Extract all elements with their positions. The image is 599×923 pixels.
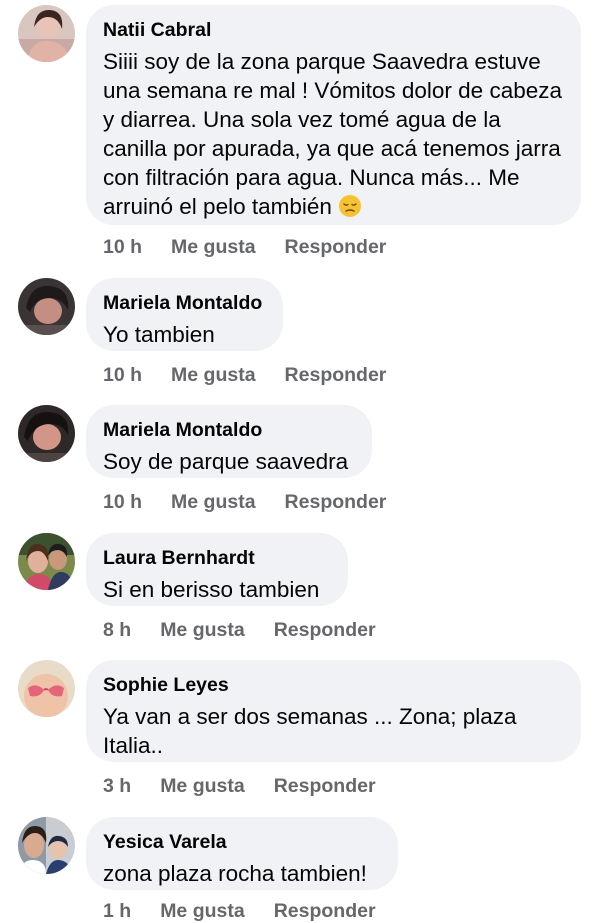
reply-button[interactable]: Responder [285, 364, 387, 387]
comment-text: Ya van a ser dos semanas ... Zona; plaza… [103, 704, 517, 758]
comment-actions: 8 h Me gusta Responder [103, 619, 376, 642]
avatar[interactable] [18, 405, 75, 462]
reply-button[interactable]: Responder [285, 491, 387, 514]
comment-text: Yo tambien [103, 322, 215, 347]
comment-actions: 3 h Me gusta Responder [103, 775, 376, 798]
comment-bubble: Sophie Leyes Ya van a ser dos semanas ..… [86, 660, 581, 762]
avatar[interactable] [18, 278, 75, 335]
like-button[interactable]: Me gusta [160, 775, 245, 798]
comment-timestamp[interactable]: 10 h [103, 491, 142, 514]
comment-author[interactable]: Yesica Varela [103, 830, 380, 854]
avatar[interactable] [18, 817, 75, 874]
comment-actions: 10 h Me gusta Responder [103, 491, 386, 514]
comment-actions: 10 h Me gusta Responder [103, 236, 386, 259]
comment-author[interactable]: Natii Cabral [103, 18, 563, 42]
like-button[interactable]: Me gusta [171, 364, 256, 387]
reply-button[interactable]: Responder [274, 775, 376, 798]
comment-text: Si en berisso tambien [103, 577, 320, 602]
like-button[interactable]: Me gusta [160, 619, 245, 642]
comment-timestamp[interactable]: 3 h [103, 775, 131, 798]
comment-actions: 10 h Me gusta Responder [103, 364, 386, 387]
reply-button[interactable]: Responder [285, 236, 387, 259]
reply-button[interactable]: Responder [274, 619, 376, 642]
comment-text: Soy de parque saavedra [103, 449, 349, 474]
comment-bubble: Natii Cabral Siiii soy de la zona parque… [86, 5, 581, 225]
like-button[interactable]: Me gusta [171, 236, 256, 259]
comment-author[interactable]: Laura Bernhardt [103, 546, 330, 570]
comment-bubble: Mariela Montaldo Yo tambien [86, 278, 283, 351]
comment-bubble: Mariela Montaldo Soy de parque saavedra [86, 405, 372, 478]
comment-author[interactable]: Sophie Leyes [103, 673, 563, 697]
avatar[interactable] [18, 660, 75, 717]
comment-timestamp[interactable]: 8 h [103, 619, 131, 642]
comment-bubble: Yesica Varela zona plaza rocha tambien! [86, 817, 398, 890]
comment-text: Siiii soy de la zona parque Saavedra est… [103, 49, 562, 219]
comment-author[interactable]: Mariela Montaldo [103, 291, 265, 315]
avatar[interactable] [18, 5, 75, 62]
comment-author[interactable]: Mariela Montaldo [103, 418, 354, 442]
comment-timestamp[interactable]: 10 h [103, 364, 142, 387]
pensive-face-emoji-icon [338, 194, 362, 218]
comment-bubble: Laura Bernhardt Si en berisso tambien [86, 533, 348, 606]
comment-text: zona plaza rocha tambien! [103, 861, 367, 886]
comment-timestamp[interactable]: 10 h [103, 236, 142, 259]
avatar[interactable] [18, 533, 75, 590]
like-button[interactable]: Me gusta [171, 491, 256, 514]
